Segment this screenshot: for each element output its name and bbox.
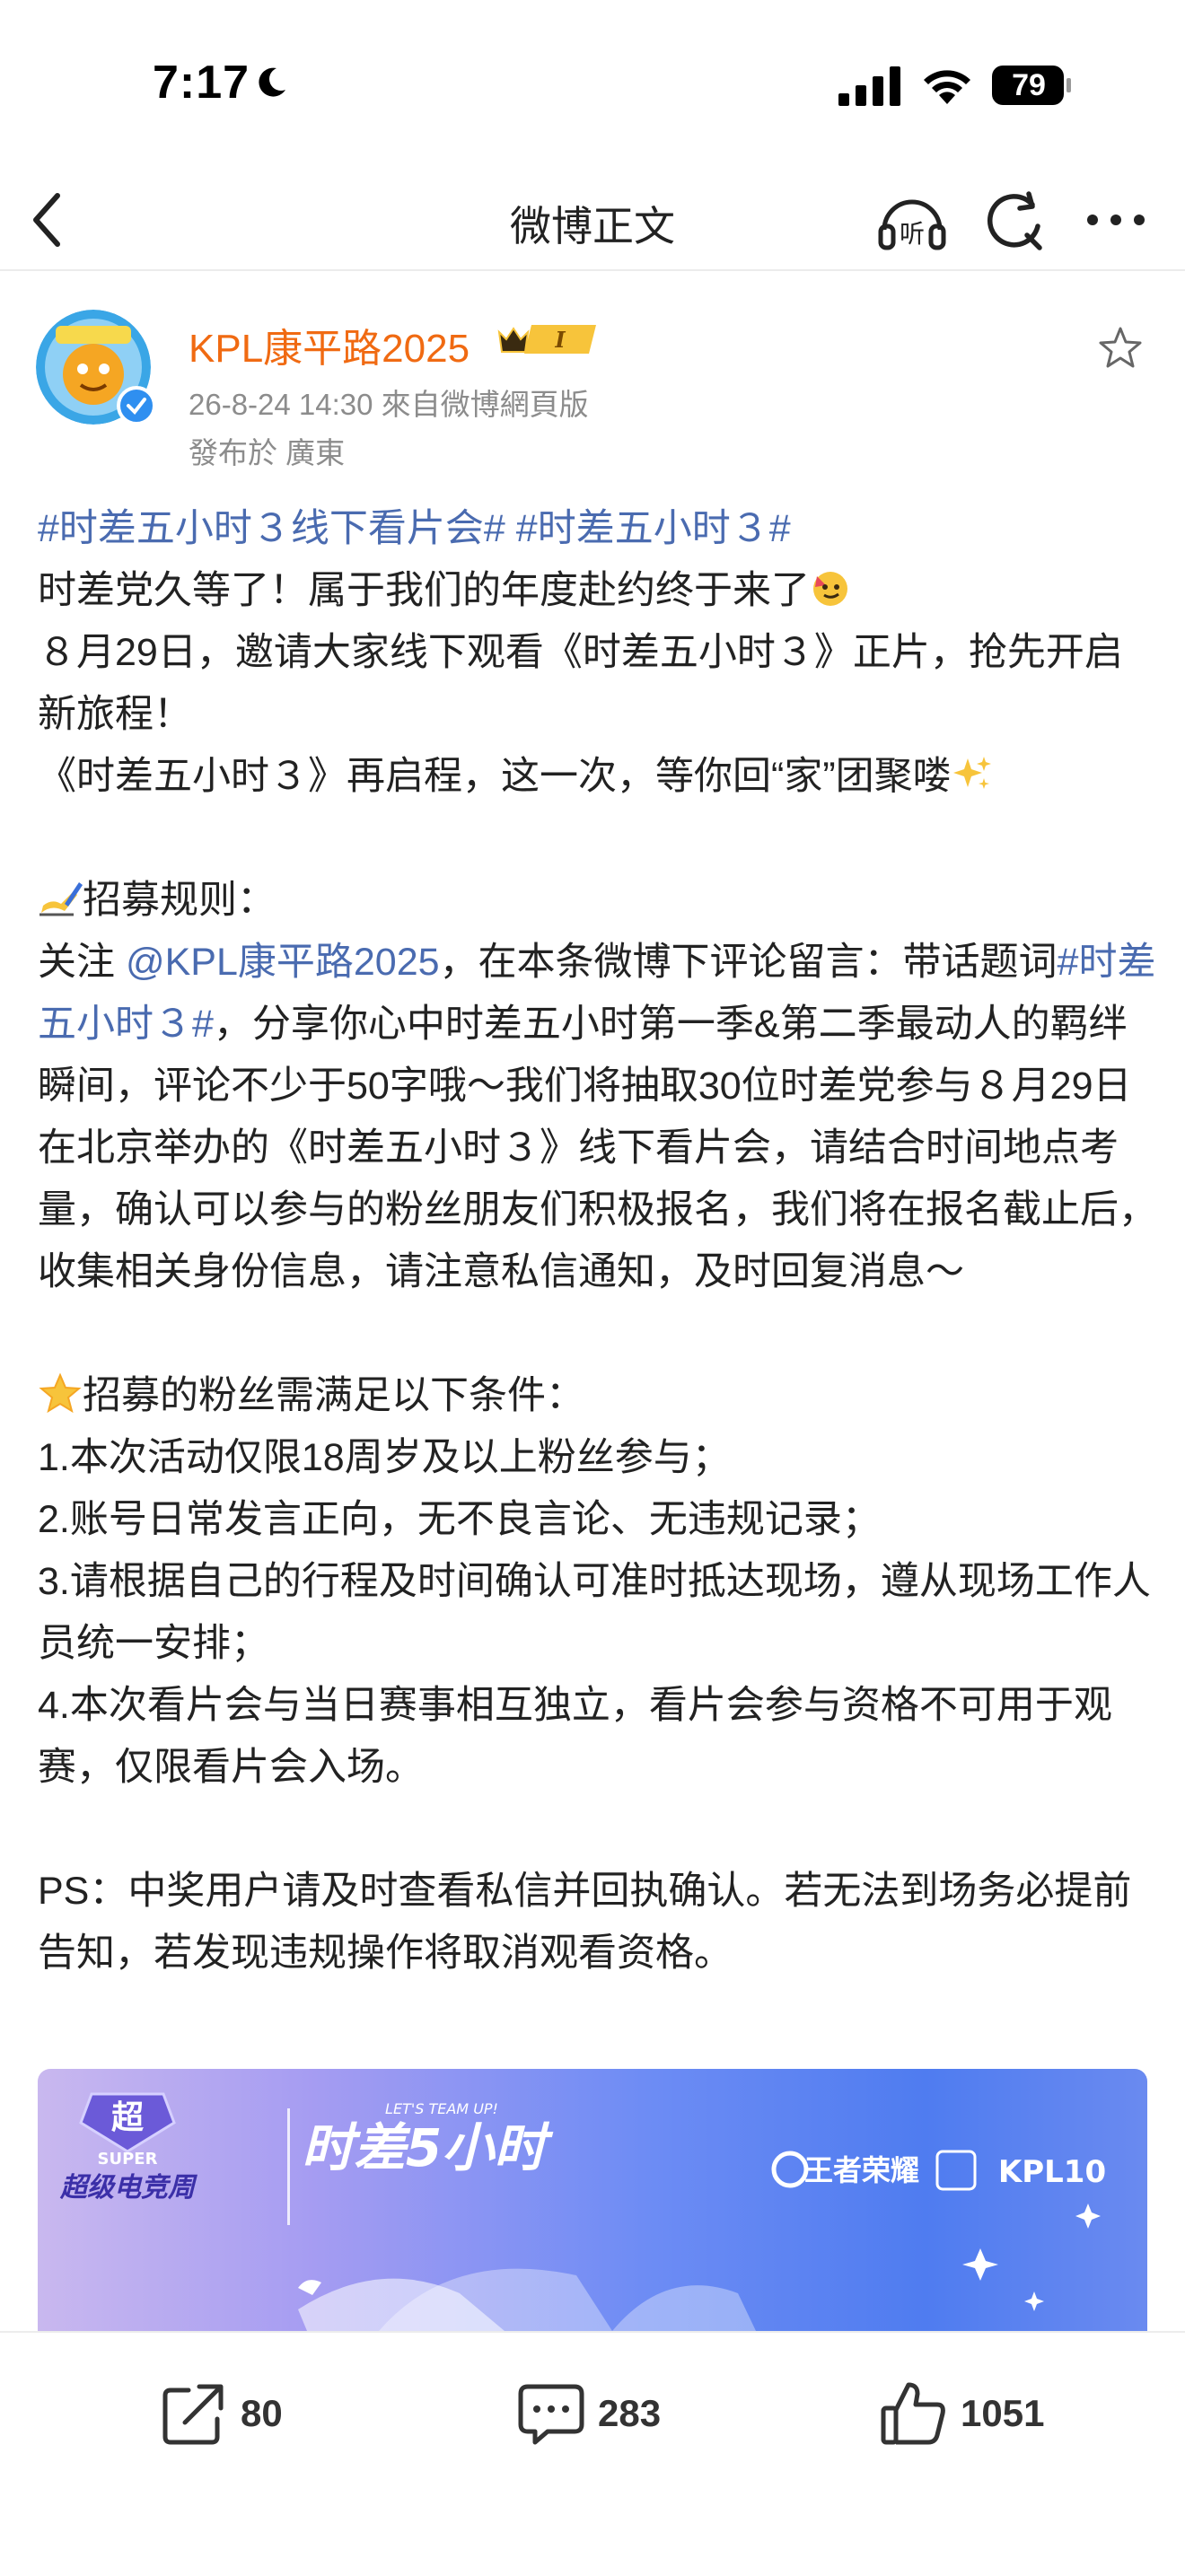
rules-heading: 招募规则： <box>38 870 1160 932</box>
post-image[interactable]: 超 SUPER 超级电竞周 时差5小时 LET'S TEAM UP! 王者荣耀 … <box>38 2069 1147 2331</box>
post-location: 發布於 廣東 <box>189 436 346 469</box>
status-bar: 7:17 79 <box>0 0 1185 171</box>
author-name[interactable]: KPL康平路2025 <box>189 316 470 373</box>
condition-item: 2.账号日常发言正向，无不良言论、无违规记录； <box>38 1498 881 1541</box>
condition-item: 3.请根据自己的行程及时间确认可准时抵达现场，遵从现场工作人员统一安排； <box>38 1560 1151 1665</box>
mention-link[interactable]: @KPL康平路2025 <box>126 941 440 984</box>
banner-art: 超 SUPER 超级电竞周 时差5小时 LET'S TEAM UP! 王者荣耀 … <box>59 2092 1106 2331</box>
rules-paragraph: 关注 @KPL康平路2025，在本条微博下评论留言：带话题词#时差五小时３#，分… <box>38 941 1157 1293</box>
condition-item: 1.本次活动仅限18周岁及以上粉丝参与； <box>38 1436 731 1479</box>
more-options-icon[interactable] <box>1084 206 1147 233</box>
vip-level: I <box>554 327 566 353</box>
brand-honor-of-kings: 王者荣耀 <box>804 2153 919 2187</box>
nav-bar: 微博正文 听 <box>0 171 1185 271</box>
wifi-icon <box>924 70 970 104</box>
comment-count: 283 <box>598 2392 662 2434</box>
party-face-emoji-icon <box>813 572 847 606</box>
post-body: #时差五小时３线下看片会# #时差五小时３# 时差党久等了！属于我们的年度赴约终… <box>38 498 1160 1985</box>
conditions-heading: 招募的粉丝需满足以下条件： <box>38 1365 1160 1427</box>
glowing-star-emoji-icon <box>39 1372 82 1414</box>
post-line-1: 时差党久等了！属于我们的年度赴约终于来了 <box>38 560 1160 622</box>
post-line-3: 《时差五小时３》再启程，这一次，等你回“家”团聚喽 <box>38 746 1160 808</box>
comment-icon <box>518 2384 584 2445</box>
logo-cn: 超级电竞周 <box>59 2172 198 2204</box>
verified-badge-icon <box>117 386 156 425</box>
favorite-star-icon[interactable] <box>1097 325 1144 372</box>
status-time: 7:17 <box>153 57 250 109</box>
sparkles-emoji-icon <box>952 757 991 789</box>
like-count: 1051 <box>961 2392 1045 2434</box>
writing-hand-emoji-icon <box>40 882 83 916</box>
show-sub: LET'S TEAM UP! <box>385 2100 498 2117</box>
refresh-icon[interactable] <box>979 185 1049 255</box>
svg-text:听: 听 <box>900 219 925 249</box>
action-bar: 80 283 1051 <box>0 2331 1185 2576</box>
logo-sub: SUPER <box>98 2150 158 2169</box>
show-title: 时差5小时 <box>302 2117 554 2178</box>
post-timestamp-source: 26-8-24 14:30 來自微博網頁版 <box>189 388 589 421</box>
share-icon <box>162 2384 224 2445</box>
share-count: 80 <box>241 2392 283 2434</box>
thumbs-up-icon <box>881 2382 945 2445</box>
moon-icon <box>259 67 285 97</box>
cellular-signal-icon <box>838 66 900 106</box>
post-line-2: ８月29日，邀请大家线下观看《时差五小时３》正片，抢先开启新旅程！ <box>38 631 1123 736</box>
brand-kpl10: KPL10 <box>998 2154 1106 2190</box>
super-esports-week-logo: 超 SUPER 超级电竞周 <box>59 2092 198 2204</box>
vip-badge-icon: I <box>497 325 596 354</box>
hashtag-link[interactable]: #时差五小时３线下看片会# #时差五小时３# <box>38 507 791 550</box>
hashtags-line[interactable]: #时差五小时３线下看片会# #时差五小时３# <box>38 498 1160 560</box>
ps-note: PS：中奖用户请及时查看私信并回执确认。若无法到场务必提前告知，若发现违规操作将… <box>38 1870 1132 1975</box>
logo-top: 超 <box>111 2099 145 2136</box>
condition-item: 4.本次看片会与当日赛事相互独立，看片会参与资格不可用于观赛，仅限看片会入场。 <box>38 1684 1112 1789</box>
battery-level: 79 <box>1012 68 1046 102</box>
listen-icon[interactable]: 听 <box>875 183 949 257</box>
